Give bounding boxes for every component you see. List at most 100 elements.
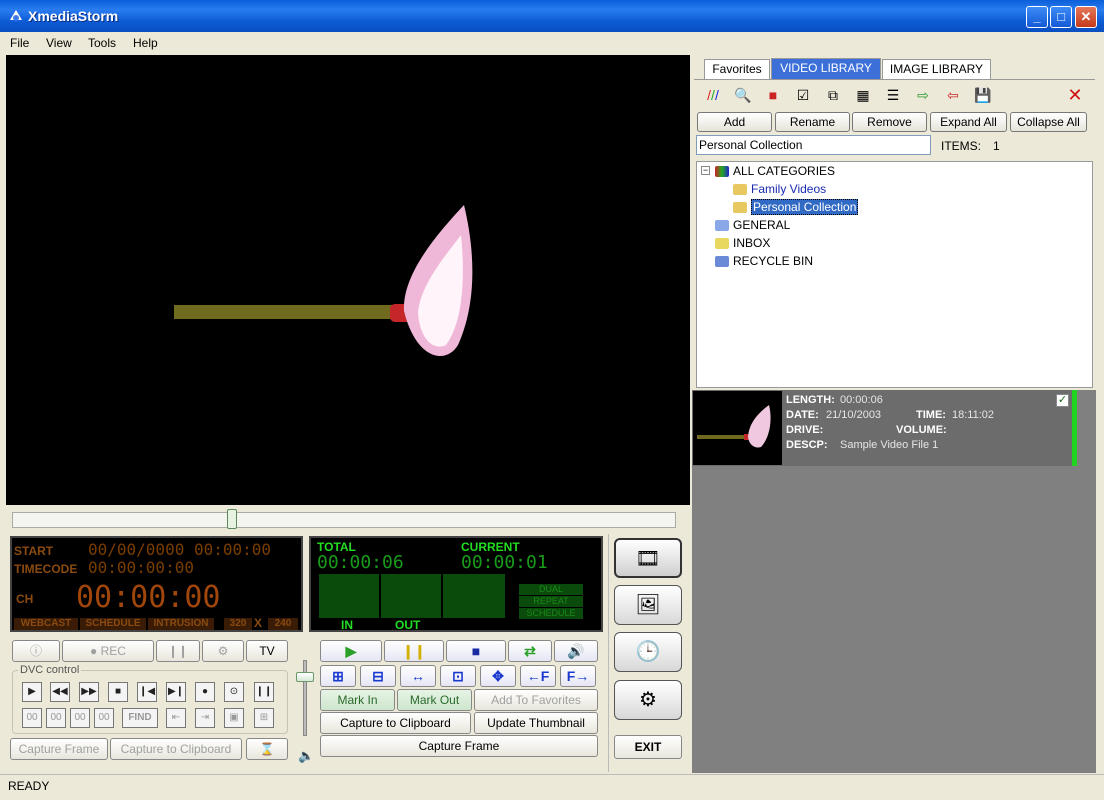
video-select-checkbox[interactable]: ✓: [1056, 394, 1069, 407]
pause-button[interactable]: ❙❙: [384, 640, 444, 662]
tab-video-library[interactable]: VIDEO LIBRARY: [771, 58, 881, 79]
app-logo-icon: [10, 10, 22, 21]
add-category-button[interactable]: Add: [697, 112, 772, 132]
descp-value: Sample Video File 1: [840, 439, 939, 451]
video-thumbnail[interactable]: [693, 391, 782, 465]
dvc-find-button[interactable]: FIND: [122, 708, 158, 728]
dvc-minutes[interactable]: 00: [46, 708, 66, 728]
video-library-nav-button[interactable]: 🎞: [614, 538, 682, 578]
collapse-all-button[interactable]: Collapse All: [1010, 112, 1087, 132]
dvc-stop-button[interactable]: ■: [108, 682, 128, 702]
record-button[interactable]: ● REC: [62, 640, 154, 662]
dvc-forward-button[interactable]: ▶▶: [79, 682, 99, 702]
play-button[interactable]: ▶: [320, 640, 382, 662]
power-button[interactable]: ⓘ: [12, 640, 60, 662]
dvc-hours[interactable]: 00: [22, 708, 42, 728]
gear-icon: ⚙: [217, 644, 229, 658]
remove-category-button[interactable]: Remove: [852, 112, 927, 132]
tree-item-recycle-bin[interactable]: RECYCLE BIN: [715, 254, 813, 268]
tree-item-personal-collection[interactable]: Personal Collection: [733, 199, 859, 215]
delete-icon[interactable]: ✕: [1064, 85, 1086, 105]
dvc-capture-frame-button[interactable]: Capture Frame: [10, 738, 108, 760]
category-tree[interactable]: − ALL CATEGORIES Family Videos Personal …: [696, 161, 1093, 388]
dvc-capture-clipboard-button[interactable]: Capture to Clipboard: [110, 738, 242, 760]
dvc-next-button[interactable]: ▶❙: [166, 682, 186, 702]
fit-screen-button[interactable]: ⊡: [440, 665, 476, 687]
export-icon[interactable]: ⇦: [942, 85, 964, 105]
loop-button[interactable]: ⇄: [508, 640, 552, 662]
expand-all-button[interactable]: Expand All: [930, 112, 1007, 132]
video-display[interactable]: [6, 55, 690, 505]
mark-out-button[interactable]: Mark Out: [397, 689, 472, 711]
dvc-rewind-button[interactable]: ◀◀: [50, 682, 70, 702]
grid-view-icon[interactable]: ▦: [852, 85, 874, 105]
copy-icon[interactable]: ⧉: [822, 85, 844, 105]
pictures-icon: 🖼: [635, 594, 661, 616]
dvc-image-button[interactable]: ▣: [224, 708, 244, 728]
image-library-nav-button[interactable]: 🖼: [614, 585, 682, 625]
dvc-mark-out-button[interactable]: ⇥: [195, 708, 215, 728]
menu-file[interactable]: File: [10, 36, 29, 50]
frame-back-button[interactable]: ←F: [520, 665, 556, 687]
rename-category-button[interactable]: Rename: [775, 112, 850, 132]
minimize-button[interactable]: _: [1026, 6, 1048, 28]
descp-label: DESCP:: [786, 439, 828, 451]
stop-button[interactable]: ■: [446, 640, 506, 662]
dvc-seconds[interactable]: 00: [70, 708, 90, 728]
import-icon[interactable]: ⇨: [912, 85, 934, 105]
maximize-button[interactable]: □: [1050, 6, 1072, 28]
tv-button[interactable]: TV: [246, 640, 288, 662]
dvc-eject-button[interactable]: ⊙: [224, 682, 244, 702]
seek-slider-thumb[interactable]: [227, 509, 237, 529]
menu-help[interactable]: Help: [133, 36, 158, 50]
capture-clipboard-button[interactable]: Capture to Clipboard: [320, 712, 471, 734]
zoom-in-button[interactable]: ⊞: [320, 665, 356, 687]
dvc-prev-button[interactable]: ❙◀: [137, 682, 157, 702]
menu-tools[interactable]: Tools: [88, 36, 116, 50]
tree-item-family-videos[interactable]: Family Videos: [733, 182, 826, 196]
tree-collapse-toggle[interactable]: −: [701, 166, 710, 175]
zoom-out-button[interactable]: ⊟: [360, 665, 396, 687]
search-icon[interactable]: 🔍: [732, 85, 754, 105]
dvc-mark-in-button[interactable]: ⇤: [166, 708, 186, 728]
tree-item-general[interactable]: GENERAL: [715, 218, 790, 232]
timecode-label: TIMECODE: [14, 562, 78, 576]
settings-nav-button[interactable]: ⚙: [614, 680, 682, 720]
mark-in-button[interactable]: Mark In: [320, 689, 395, 711]
frame-forward-button[interactable]: F→: [560, 665, 596, 687]
dvc-jog-button[interactable]: ⌛: [246, 738, 288, 760]
add-to-favorites-button[interactable]: Add To Favorites: [474, 689, 598, 711]
record-button-label: REC: [100, 644, 126, 658]
mute-button[interactable]: 🔊: [554, 640, 598, 662]
status-text: READY: [8, 779, 50, 793]
capture-frame-button[interactable]: Capture Frame: [320, 735, 598, 757]
list-view-icon[interactable]: ☰: [882, 85, 904, 105]
pause-record-button[interactable]: ❙❙: [156, 640, 200, 662]
tree-item-inbox[interactable]: INBOX: [715, 236, 770, 250]
check-item-icon[interactable]: ☑: [792, 85, 814, 105]
color-palette-icon[interactable]: ///: [702, 85, 724, 105]
dvc-frames[interactable]: 00: [94, 708, 114, 728]
menu-view[interactable]: View: [46, 36, 72, 50]
volume-slider-thumb[interactable]: [296, 672, 314, 682]
fit-width-button[interactable]: ↔: [400, 665, 436, 687]
settings-button[interactable]: ⚙: [202, 640, 244, 662]
dvc-scan-button[interactable]: ⊞: [254, 708, 274, 728]
update-thumbnail-button[interactable]: Update Thumbnail: [474, 712, 598, 734]
dvc-record-button[interactable]: ●: [195, 682, 215, 702]
dvc-control-label: DVC control: [18, 664, 82, 676]
exit-button[interactable]: EXIT: [614, 735, 682, 759]
dvc-pause-button[interactable]: ❙❙: [254, 682, 274, 702]
categories-icon[interactable]: ■: [762, 85, 784, 105]
tab-favorites[interactable]: Favorites: [704, 59, 770, 79]
close-button[interactable]: ✕: [1075, 6, 1097, 28]
tree-item-all-categories[interactable]: ALL CATEGORIES: [715, 164, 835, 178]
save-icon[interactable]: 💾: [972, 85, 994, 105]
seek-track[interactable]: [12, 512, 676, 528]
title-bar[interactable]: XmediaStorm _ □ ✕: [0, 0, 1104, 32]
tab-image-library[interactable]: IMAGE LIBRARY: [882, 59, 991, 79]
scheduler-nav-button[interactable]: 🕒: [614, 632, 682, 672]
dvc-play-button[interactable]: ▶: [22, 682, 42, 702]
category-name-input[interactable]: [696, 135, 931, 155]
move-button[interactable]: ✥: [480, 665, 516, 687]
